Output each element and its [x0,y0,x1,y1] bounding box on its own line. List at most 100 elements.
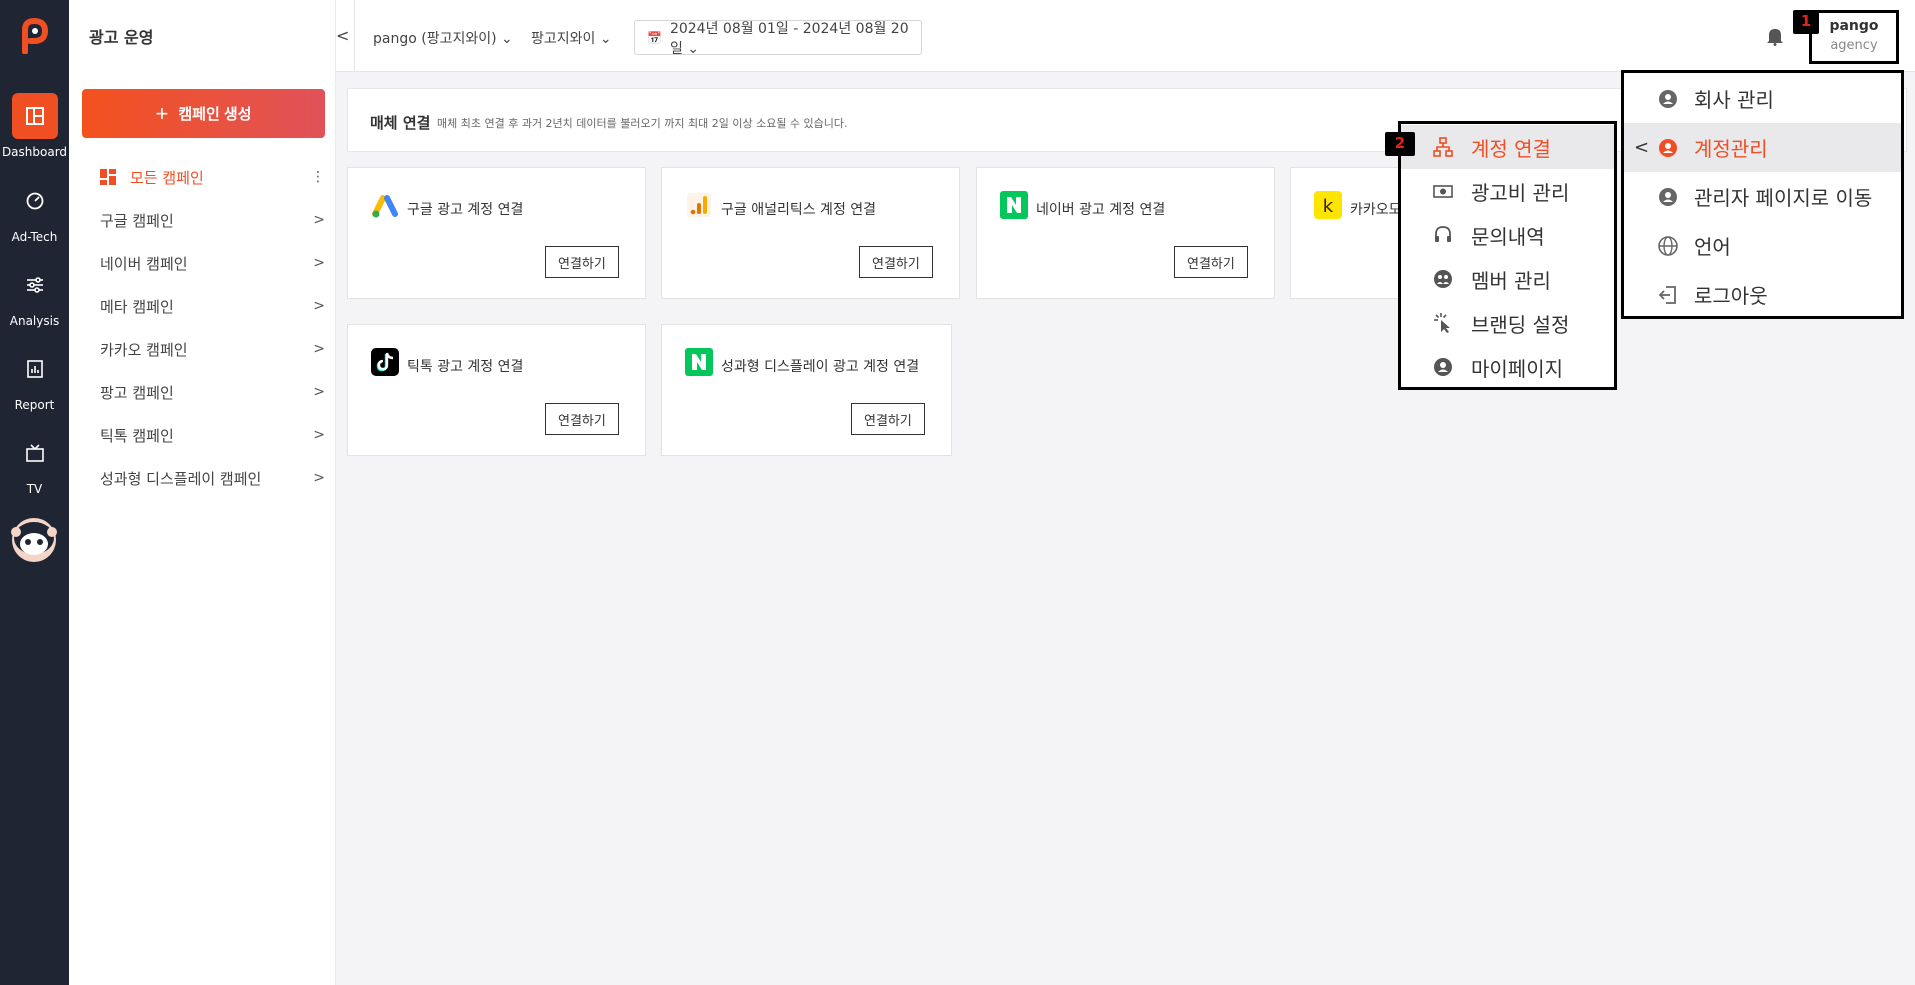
chevron-right-icon: > [313,298,325,314]
google-ads-icon [372,195,398,218]
connect-card-google-ads: 구글 광고 계정 연결 연결하기 [347,167,646,299]
submenu-item-account-connect[interactable]: 계정 연결 [1401,125,1614,169]
sidebar-item-display[interactable]: 성과형 디스플레이 캠페인 > [100,466,325,490]
chevron-left-icon: < [1634,137,1650,158]
sidebar-title: 광고 운영 [89,28,154,47]
card-title: 구글 광고 계정 연결 [407,202,524,218]
user-name: pango [1829,18,1879,34]
sidebar-item-kakao[interactable]: 카카오 캠페인 > [100,337,325,361]
account-gear-icon [1656,136,1680,160]
globe-icon [1656,234,1680,258]
menu-item-label: 문의내역 [1471,224,1545,249]
logout-icon [1656,283,1680,307]
grid-icon [100,169,116,185]
connect-button[interactable]: 연결하기 [851,403,925,435]
rail-label: Report [14,398,55,412]
submenu-item-mypage[interactable]: 마이페이지 [1401,345,1614,389]
chevron-right-icon: > [313,255,325,271]
rail-item-dashboard[interactable]: Dashboard [0,93,69,159]
submenu-item-branding[interactable]: 브랜딩 설정 [1401,301,1614,345]
rail-item-report[interactable]: Report [0,346,69,412]
card-title: 틱톡 광고 계정 연결 [407,359,524,375]
connect-card-tiktok: 틱톡 광고 계정 연결 연결하기 [347,324,646,456]
account-select[interactable]: pango (팡고지와이) ⌄ [373,28,513,48]
company-gear-icon [1656,87,1680,111]
brand-select[interactable]: 팡고지와이 ⌄ [531,28,612,48]
rail-item-tv[interactable]: TV [0,430,69,496]
tv-icon [12,430,58,476]
bell-icon[interactable] [1766,26,1784,46]
money-icon [1431,179,1455,203]
create-campaign-label: 캠페인 생성 [178,106,252,123]
chevron-right-icon: > [313,427,325,443]
card-title: 카카오모 [1350,202,1402,218]
chevron-right-icon: > [313,212,325,228]
sidebar-item-label: 메타 캠페인 [100,297,174,316]
sidebar-item-naver[interactable]: 네이버 캠페인 > [100,251,325,275]
sidebar-item-meta[interactable]: 메타 캠페인 > [100,294,325,318]
menu-item-label: 브랜딩 설정 [1471,312,1570,337]
more-vertical-icon[interactable]: ⋮ [311,169,325,185]
menu-item-label: 관리자 페이지로 이동 [1694,186,1873,210]
naver-icon [1000,191,1028,219]
sidebar-item-tiktok[interactable]: 틱톡 캠페인 > [100,423,325,447]
card-title: 네이버 광고 계정 연결 [1036,202,1166,218]
google-analytics-icon [687,193,711,217]
sidebar-item-label: 네이버 캠페인 [100,254,188,273]
admin-gear-icon [1656,185,1680,209]
sidebar-item-label: 팡고 캠페인 [100,383,174,402]
notice-heading: 매체 연결 [370,114,431,132]
menu-item-language[interactable]: 언어 [1624,221,1901,270]
sidebar-item-label: 카카오 캠페인 [100,340,188,359]
user-role: agency [1830,38,1878,53]
menu-item-logout[interactable]: 로그아웃 [1624,270,1901,319]
connect-button[interactable]: 연결하기 [545,246,619,278]
app-logo-icon[interactable] [19,18,49,54]
sliders-icon [12,262,58,308]
connect-card-google-analytics: 구글 애널리틱스 계정 연결 연결하기 [661,167,960,299]
app-rail: Dashboard Ad-Tech Analysis Report TV [0,0,69,985]
sidebar-item-google[interactable]: 구글 캠페인 > [100,208,325,232]
headset-icon [1431,223,1455,247]
rail-label: TV [26,482,43,496]
rail-item-adtech[interactable]: Ad-Tech [0,178,69,244]
menu-item-admin[interactable]: 관리자 페이지로 이동 [1624,172,1901,221]
connect-button[interactable]: 연결하기 [859,246,933,278]
user-menu-button[interactable]: pango agency [1809,10,1899,64]
rail-item-analysis[interactable]: Analysis [0,262,69,328]
user-circle-icon [1431,355,1455,379]
naver-display-icon [685,348,713,376]
create-campaign-button[interactable]: + 캠페인 생성 [82,89,325,138]
report-icon [12,346,58,392]
sidebar-item-pango[interactable]: 팡고 캠페인 > [100,380,325,404]
connect-button[interactable]: 연결하기 [1174,246,1248,278]
gauge-icon [12,178,58,224]
kakao-icon: k [1314,191,1342,219]
step-badge-2: 2 [1385,132,1415,156]
menu-item-account[interactable]: < 계정관리 [1624,123,1901,172]
connect-button[interactable]: 연결하기 [545,403,619,435]
menu-item-label: 계정 연결 [1471,136,1551,161]
mascot-icon[interactable] [8,512,60,564]
collapse-sidebar-icon[interactable]: < [336,26,349,45]
submenu-item-inquiries[interactable]: 문의내역 [1401,213,1614,257]
rail-label: Ad-Tech [11,230,58,244]
menu-item-company[interactable]: 회사 관리 [1624,74,1901,123]
card-title: 구글 애널리틱스 계정 연결 [721,202,877,218]
calendar-icon: 📅 [647,30,662,45]
submenu-item-ad-budget[interactable]: 광고비 관리 [1401,169,1614,213]
members-icon [1431,267,1455,291]
sidebar-item-all-campaigns[interactable]: 모든 캠페인 ⋮ [100,165,325,189]
menu-item-label: 광고비 관리 [1471,180,1570,205]
connect-card-naver-display: 성과형 디스플레이 광고 계정 연결 연결하기 [661,324,952,456]
svg-text:k: k [1323,196,1334,217]
tiktok-icon [371,348,399,376]
chevron-right-icon: > [313,470,325,486]
date-range-picker[interactable]: 📅 2024년 08월 01일 - 2024년 08월 20일 ⌄ [634,20,922,57]
top-bar: < pango (팡고지와이) ⌄ 팡고지와이 ⌄ 📅 2024년 08월 01… [336,0,1915,72]
cursor-click-icon [1431,311,1455,335]
menu-item-label: 마이페이지 [1471,356,1563,381]
submenu-item-members[interactable]: 멤버 관리 [1401,257,1614,301]
menu-item-label: 계정관리 [1694,137,1768,161]
notice-description: 매체 최초 연결 후 과거 2년치 데이터를 불러오기 까지 최대 2일 이상 … [437,117,848,130]
